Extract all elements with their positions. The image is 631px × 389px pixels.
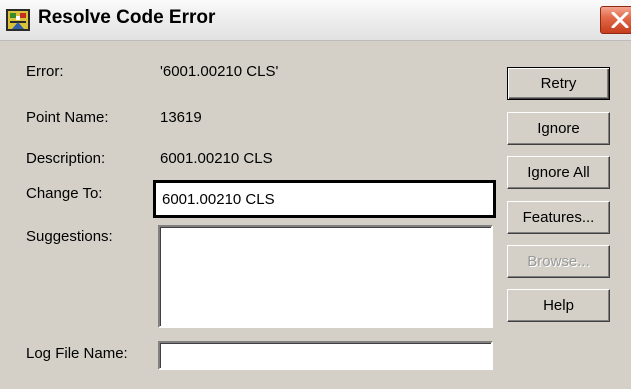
retry-button[interactable]: Retry (507, 67, 610, 100)
window-title: Resolve Code Error (38, 7, 216, 28)
ignore-button[interactable]: Ignore (507, 112, 610, 145)
point-name-label: Point Name: (26, 109, 109, 126)
description-value: 6001.00210 CLS (160, 150, 273, 167)
features-button[interactable]: Features... (507, 201, 610, 234)
browse-button[interactable]: Browse... (507, 245, 610, 278)
survey-app-icon (6, 9, 30, 31)
close-x-icon (611, 12, 629, 28)
suggestions-label: Suggestions: (26, 228, 113, 245)
suggestions-list[interactable] (158, 225, 493, 328)
log-file-field[interactable] (158, 341, 493, 370)
resolve-code-error-dialog: Resolve Code Error Error: '6001.00210 CL… (0, 0, 631, 389)
close-button[interactable] (600, 6, 631, 34)
point-name-value: 13619 (160, 109, 202, 126)
title-bar[interactable]: Resolve Code Error (0, 0, 631, 41)
change-to-value: 6001.00210 CLS (162, 191, 275, 208)
description-label: Description: (26, 150, 106, 167)
change-to-field[interactable]: 6001.00210 CLS (153, 180, 496, 218)
error-label: Error: (26, 63, 64, 80)
error-value: '6001.00210 CLS' (160, 63, 279, 80)
ignore-all-button[interactable]: Ignore All (507, 156, 610, 189)
help-button[interactable]: Help (507, 289, 610, 322)
change-to-label: Change To: (26, 185, 103, 202)
log-file-label: Log File Name: (26, 345, 128, 362)
